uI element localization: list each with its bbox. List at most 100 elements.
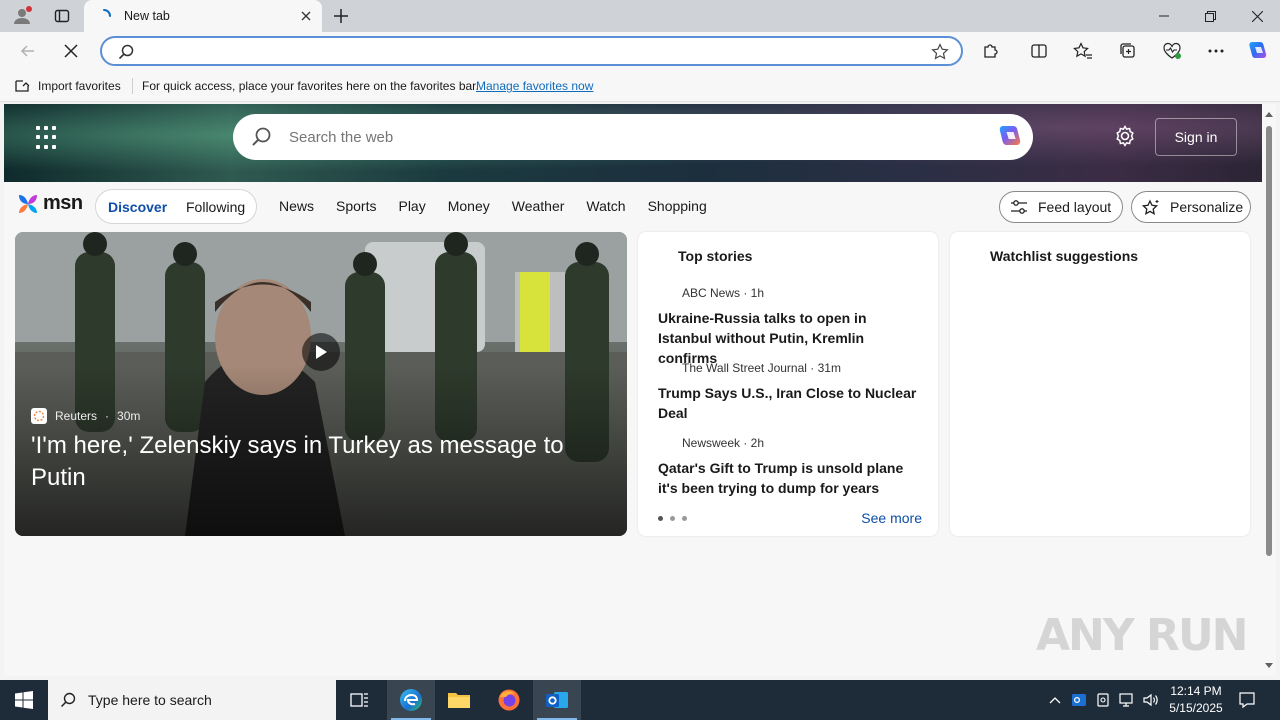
play-video-button[interactable] (302, 333, 340, 371)
firefox-icon (498, 689, 520, 711)
hero-source: Reuters · 30m (31, 408, 140, 424)
tab-new-tab[interactable]: New tab (84, 0, 322, 32)
close-window-button[interactable] (1234, 0, 1280, 32)
nav-play[interactable]: Play (398, 198, 425, 214)
app-launcher-icon[interactable] (36, 126, 60, 150)
web-search-input[interactable] (289, 127, 969, 147)
feed-toggle: Discover Following (95, 189, 257, 224)
profile-button[interactable] (8, 4, 36, 28)
close-tab-icon[interactable] (298, 8, 314, 24)
story-source: Newsweek · 2h (682, 436, 765, 450)
tray-device[interactable] (1094, 680, 1112, 720)
tab-following[interactable]: Following (186, 199, 245, 215)
tab-actions-icon (54, 9, 70, 23)
carousel-dots[interactable] (658, 516, 687, 521)
back-button[interactable] (13, 37, 43, 65)
story-item[interactable]: The Wall Street Journal · 31m Trump Says… (658, 361, 922, 423)
task-view-button[interactable] (336, 680, 384, 720)
sign-in-button[interactable]: Sign in (1155, 118, 1237, 156)
page-scrollbar[interactable] (1262, 104, 1276, 676)
tray-outlook[interactable] (1070, 680, 1088, 720)
nav-sports[interactable]: Sports (336, 198, 376, 214)
extensions-button[interactable] (976, 37, 1006, 65)
action-center-button[interactable] (1234, 680, 1260, 720)
chevron-up-icon (1049, 697, 1061, 704)
taskbar-file-explorer[interactable] (435, 680, 483, 720)
minimize-button[interactable] (1141, 0, 1187, 32)
tab-discover[interactable]: Discover (108, 199, 167, 215)
copilot-button[interactable] (1243, 37, 1273, 65)
network-icon (1119, 693, 1133, 707)
show-hidden-icons-button[interactable] (1046, 680, 1064, 720)
taskbar-firefox[interactable] (485, 680, 533, 720)
nav-money[interactable]: Money (448, 198, 490, 214)
msn-logo[interactable]: msn (16, 192, 83, 215)
hero-headline[interactable]: 'I'm here,' Zelenskiy says in Turkey as … (31, 430, 591, 494)
outlook-tray-icon (1072, 694, 1086, 706)
copilot-icon[interactable] (995, 123, 1025, 151)
story-headline[interactable]: Qatar's Gift to Trump is unsold plane it… (658, 458, 922, 498)
restore-button[interactable] (1187, 0, 1233, 32)
nav-watch[interactable]: Watch (586, 198, 625, 214)
hero-source-name: Reuters (55, 409, 98, 423)
favorites-hint: For quick access, place your favorites h… (142, 79, 479, 93)
new-tab-button[interactable] (330, 4, 352, 28)
nav-shopping[interactable]: Shopping (648, 198, 707, 214)
settings-and-more-button[interactable] (1201, 37, 1231, 65)
back-arrow-icon (20, 45, 34, 57)
tray-network[interactable] (1117, 680, 1137, 720)
nav-news[interactable]: News (279, 198, 314, 214)
story-item[interactable]: Newsweek · 2h Qatar's Gift to Trump is u… (658, 436, 922, 498)
browser-essentials-button[interactable] (1157, 37, 1187, 65)
import-favorites-button[interactable]: Import favorites (14, 78, 121, 94)
plus-icon (334, 9, 348, 23)
personalize-label: Personalize (1170, 199, 1244, 215)
manage-favorites-link[interactable]: Manage favorites now (476, 79, 593, 93)
feed-layout-button[interactable]: Feed layout (999, 191, 1123, 223)
nav-weather[interactable]: Weather (512, 198, 565, 214)
top-stories-heading: Top stories (678, 248, 753, 264)
story-item[interactable]: ABC News · 1h Ukraine-Russia talks to op… (658, 286, 922, 368)
scrollbar-thumb[interactable] (1266, 126, 1272, 556)
story-headline[interactable]: Ukraine-Russia talks to open in Istanbul… (658, 308, 922, 368)
scroll-up-arrow-icon[interactable] (1265, 112, 1273, 117)
close-icon (1251, 10, 1263, 22)
favorite-star-icon[interactable] (931, 43, 949, 61)
notification-icon (1239, 692, 1255, 709)
search-icon (252, 127, 271, 146)
page-settings-button[interactable] (1114, 125, 1138, 149)
taskbar-search-box[interactable]: Type here to search (48, 680, 336, 720)
msn-butterfly-icon (19, 194, 37, 213)
reuters-logo-icon (31, 408, 47, 424)
split-screen-button[interactable] (1024, 37, 1054, 65)
clock-date: 5/15/2025 (1169, 701, 1223, 715)
favorites-bar: Import favorites For quick access, place… (0, 70, 1280, 102)
tray-volume[interactable] (1141, 680, 1161, 720)
favorites-list-icon (1073, 42, 1092, 59)
web-search-box[interactable] (233, 114, 1033, 160)
see-more-link[interactable]: See more (861, 510, 922, 526)
collections-icon (1120, 43, 1135, 58)
address-bar[interactable] (100, 36, 963, 66)
device-icon (1097, 693, 1109, 707)
taskbar-edge[interactable] (387, 680, 435, 720)
task-view-icon (350, 693, 368, 707)
taskbar-clock[interactable]: 12:14 PM 5/15/2025 (1160, 683, 1232, 717)
tab-actions-button[interactable] (48, 4, 76, 28)
story-headline[interactable]: Trump Says U.S., Iran Close to Nuclear D… (658, 383, 922, 423)
watchlist-card: Watchlist suggestions (950, 232, 1250, 536)
start-button[interactable] (0, 680, 48, 720)
stop-loading-button[interactable] (56, 37, 86, 65)
address-input[interactable] (144, 42, 904, 62)
story-source: The Wall Street Journal · 31m (682, 361, 841, 375)
personalize-button[interactable]: Personalize (1131, 191, 1251, 223)
anyrun-watermark: ANY RUN (1036, 610, 1248, 661)
notification-dot (26, 6, 32, 12)
hero-separator: · (105, 409, 110, 423)
favorites-button[interactable] (1068, 37, 1098, 65)
hero-story-card[interactable]: Reuters · 30m 'I'm here,' Zelenskiy says… (15, 232, 627, 536)
scroll-down-arrow-icon[interactable] (1265, 663, 1273, 668)
collections-button[interactable] (1113, 37, 1143, 65)
hero-time: 30m (117, 409, 141, 423)
taskbar-outlook[interactable] (533, 680, 581, 720)
